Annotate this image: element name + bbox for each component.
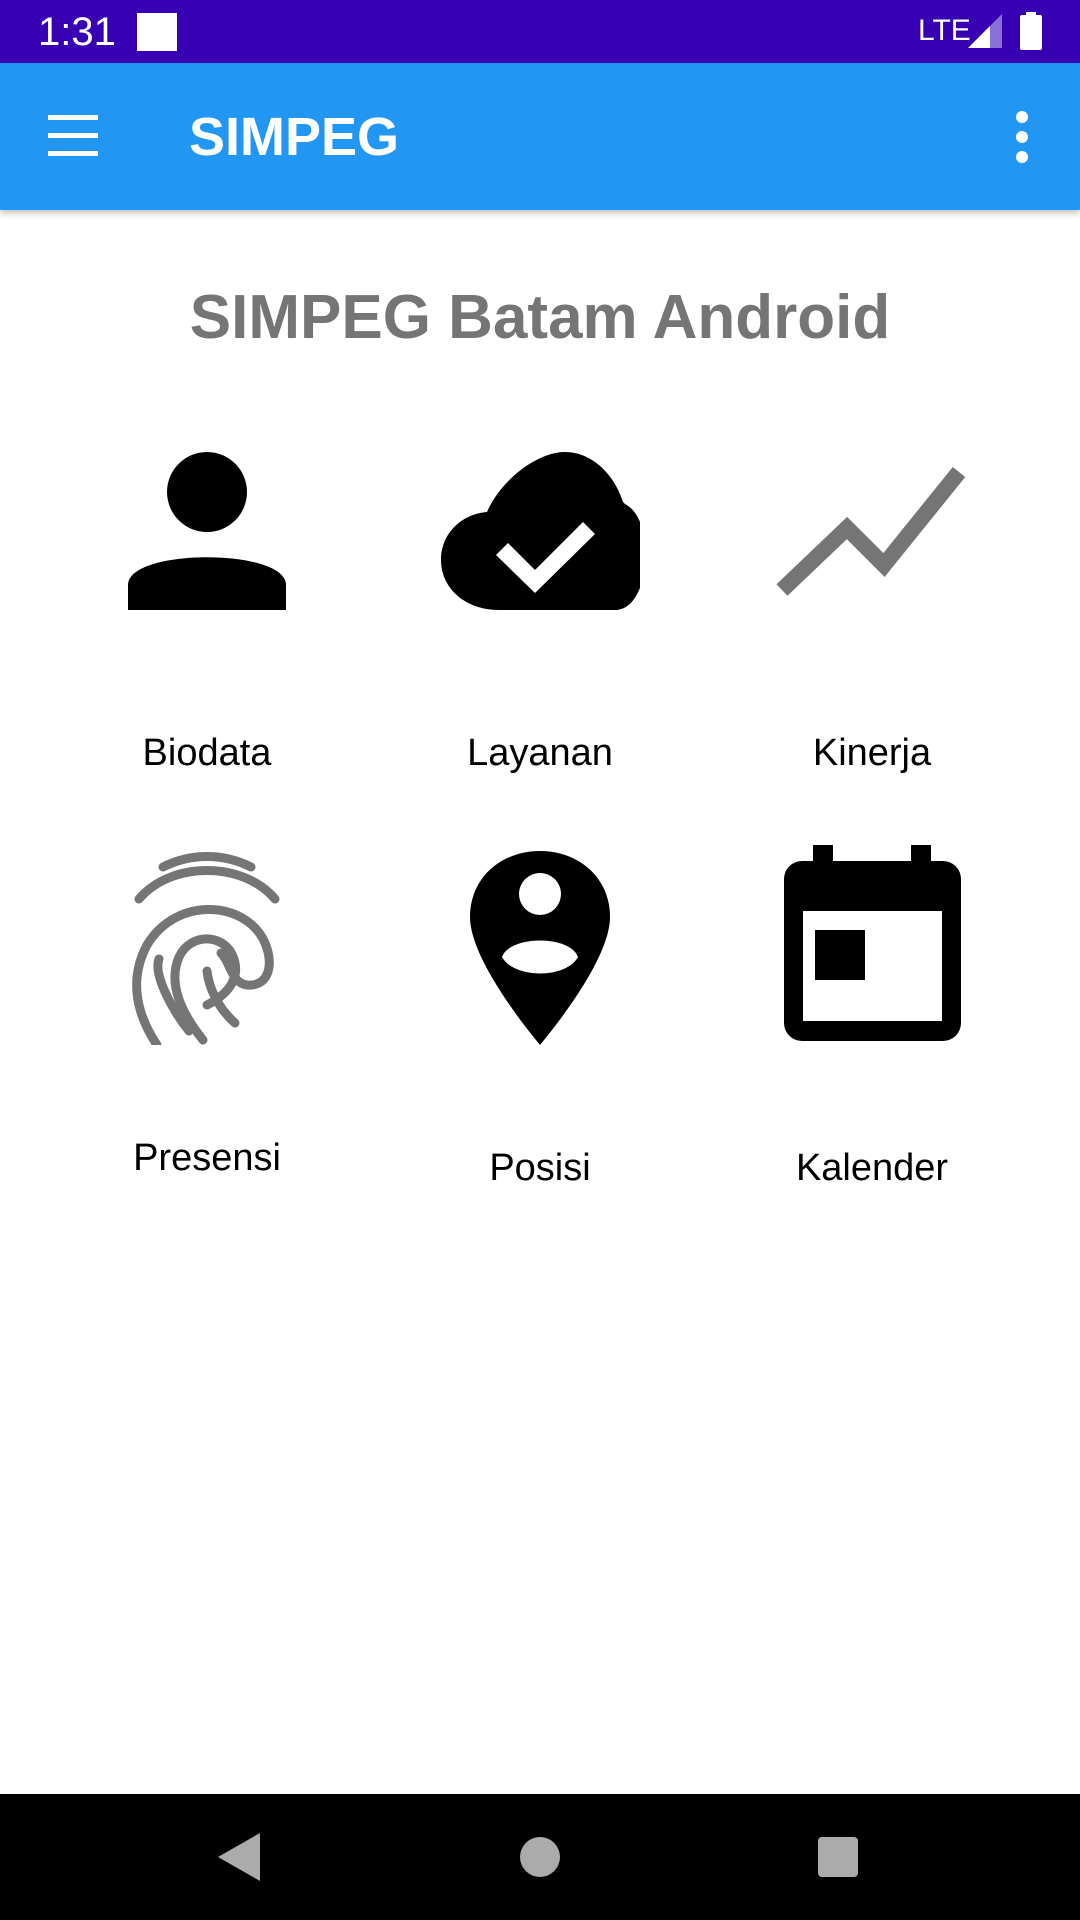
fingerprint-icon [132,852,280,1045]
cloud-done-icon [441,452,640,610]
tile-label-kalender: Kalender [795,1147,949,1189]
app-bar: SIMPEG [0,63,1080,210]
calendar-icon [784,845,961,1041]
tile-label-biodata: Biodata [142,732,272,774]
person-icon [128,452,286,610]
back-icon[interactable] [210,1827,270,1887]
tile-label-layanan: Layanan [467,732,613,774]
tile-kinerja[interactable]: Kinerja [707,440,1037,820]
tile-posisi[interactable]: Posisi [375,845,705,1225]
tile-layanan[interactable]: Layanan [375,440,705,820]
home-icon[interactable] [510,1827,570,1887]
tile-label-posisi: Posisi [489,1147,591,1189]
notification-icon [137,13,177,51]
network-type: LTE [918,14,971,47]
tile-label-kinerja: Kinerja [812,732,932,774]
status-bar: 1:31 LTE [0,0,1080,63]
page-heading: SIMPEG Batam Android [189,283,891,352]
tile-biodata[interactable]: Biodata [42,440,372,820]
app-title: SIMPEG [189,107,400,167]
recents-icon[interactable] [808,1827,868,1887]
tile-label-presensi: Presensi [133,1137,281,1179]
tile-presensi[interactable]: Presensi [42,845,372,1225]
screen: 1:31 LTE SIMPEG SIMPEG Batam Android Bio… [0,0,1080,1920]
navigation-bar [0,1794,1080,1920]
signal-icon [968,14,1002,48]
battery-icon [1020,12,1042,50]
tile-kalender[interactable]: Kalender [707,845,1037,1225]
trending-icon [776,466,966,596]
status-time: 1:31 [38,10,116,54]
person-pin-icon [470,851,610,1045]
hamburger-menu-icon[interactable] [40,109,104,165]
more-vert-icon[interactable] [1000,107,1044,167]
